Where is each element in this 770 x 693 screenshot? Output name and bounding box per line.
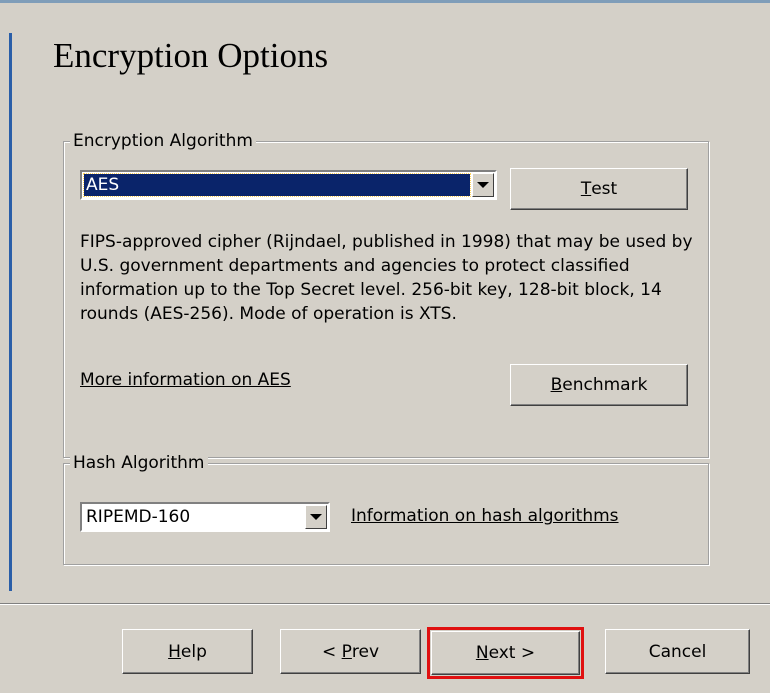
- help-button-rest: elp: [180, 641, 207, 662]
- hash-algorithm-value: RIPEMD-160: [86, 507, 191, 527]
- encryption-algorithm-value: AES: [83, 173, 471, 197]
- next-button-highlight: [427, 627, 584, 679]
- test-button-accel: T: [580, 179, 592, 199]
- help-button-accel: H: [168, 641, 181, 662]
- benchmark-button-rest: enchmark: [562, 375, 648, 395]
- hash-dropdown-button[interactable]: [305, 505, 327, 529]
- cancel-button-label: Cancel: [648, 641, 707, 662]
- dropdown-arrow-icon: [310, 514, 322, 520]
- encryption-algorithm-legend: Encryption Algorithm: [70, 130, 256, 152]
- benchmark-button[interactable]: Benchmark: [510, 364, 688, 406]
- encryption-dropdown-button[interactable]: [472, 173, 494, 197]
- prev-button-accel: P: [341, 641, 352, 662]
- footer-separator: [0, 603, 770, 605]
- more-info-aes-link[interactable]: More information on AES: [80, 370, 291, 390]
- help-button[interactable]: Help: [122, 629, 253, 674]
- dropdown-arrow-icon: [477, 182, 489, 188]
- prev-button-rest: rev: [351, 641, 380, 662]
- prev-button[interactable]: < Prev: [280, 629, 421, 674]
- top-border: [0, 0, 770, 3]
- hash-algorithm-select[interactable]: RIPEMD-160: [80, 502, 330, 532]
- page-title: Encryption Options: [53, 36, 329, 75]
- prev-button-prefix: <: [321, 641, 342, 662]
- encryption-algorithm-select[interactable]: AES: [80, 170, 497, 200]
- hash-info-link[interactable]: Information on hash algorithms: [351, 506, 619, 526]
- hash-algorithm-legend: Hash Algorithm: [70, 452, 208, 474]
- benchmark-button-accel: B: [550, 375, 563, 395]
- test-button-rest: est: [591, 179, 618, 199]
- encryption-description: FIPS-approved cipher (Rijndael, publishe…: [80, 232, 693, 324]
- left-accent-bar: [9, 33, 12, 591]
- test-button[interactable]: Test: [510, 168, 688, 210]
- cancel-button[interactable]: Cancel: [605, 629, 750, 674]
